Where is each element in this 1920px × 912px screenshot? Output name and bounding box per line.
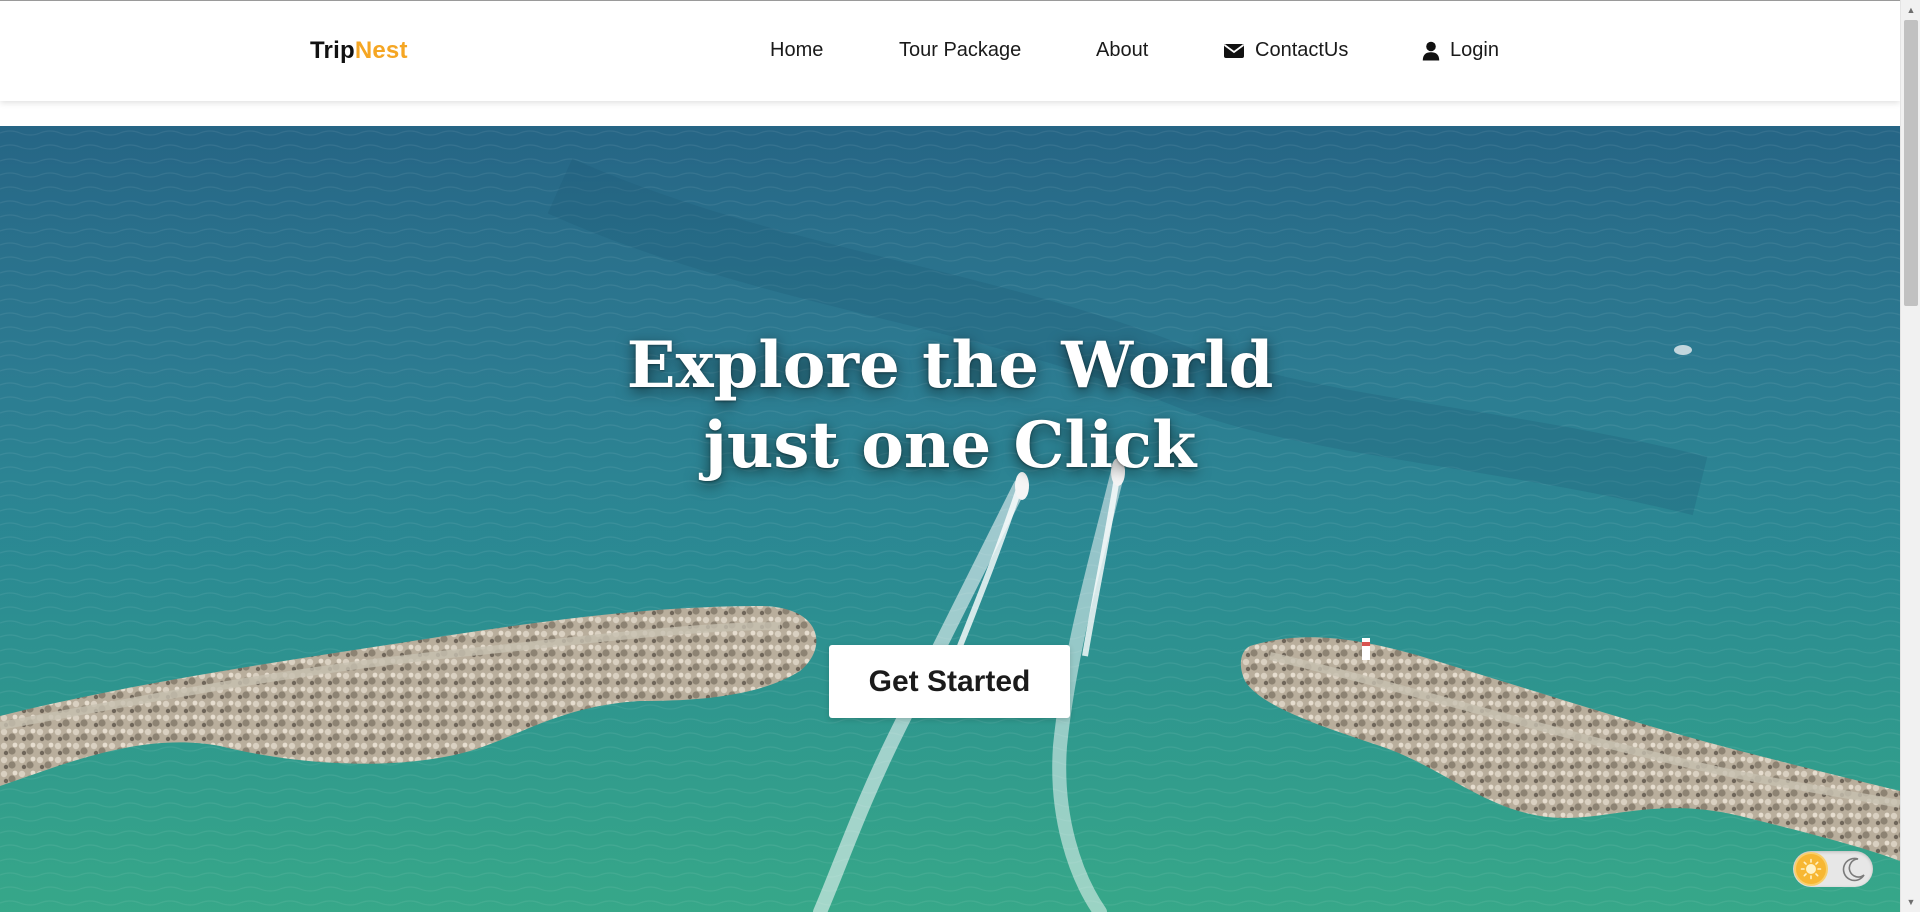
user-icon [1422, 41, 1440, 60]
hero-section: Explore the World just one Click Get Sta… [0, 126, 1900, 912]
nav-tour-package-link[interactable]: Tour Package [899, 39, 1021, 62]
vertical-scrollbar[interactable]: ▲ ▼ [1900, 0, 1920, 912]
theme-toggle[interactable] [1793, 851, 1873, 887]
hero-title-line-1: Explore the World [626, 328, 1274, 403]
nav-contact-link[interactable]: ContactUs [1223, 39, 1348, 62]
nav-about-link[interactable]: About [1096, 39, 1148, 62]
hero-background-image [0, 126, 1900, 912]
page: TripNest Home Tour Package About Contact… [0, 0, 1920, 912]
nav-home-label: Home [770, 39, 824, 61]
nav-contact-label: ContactUs [1255, 39, 1349, 61]
nav-login-label: Login [1450, 39, 1499, 61]
nav-login-link[interactable]: Login [1422, 39, 1499, 62]
top-navbar: TripNest Home Tour Package About Contact… [0, 0, 1900, 101]
get-started-button[interactable]: Get Started [829, 645, 1070, 718]
nav-about-label: About [1096, 39, 1149, 61]
nav-home-link[interactable]: Home [770, 39, 823, 62]
envelope-icon [1223, 43, 1245, 58]
scrollbar-thumb[interactable] [1904, 20, 1918, 306]
main-nav: Home Tour Package About ContactUs Login [0, 39, 1900, 63]
nav-tour-package-label: Tour Package [899, 39, 1022, 61]
sun-icon [1796, 854, 1826, 884]
scroll-up-arrow-icon[interactable]: ▲ [1901, 2, 1920, 18]
hero-title-line-2: just one Click [703, 408, 1197, 483]
scroll-down-arrow-icon[interactable]: ▼ [1901, 894, 1920, 910]
moon-icon [1842, 857, 1865, 882]
